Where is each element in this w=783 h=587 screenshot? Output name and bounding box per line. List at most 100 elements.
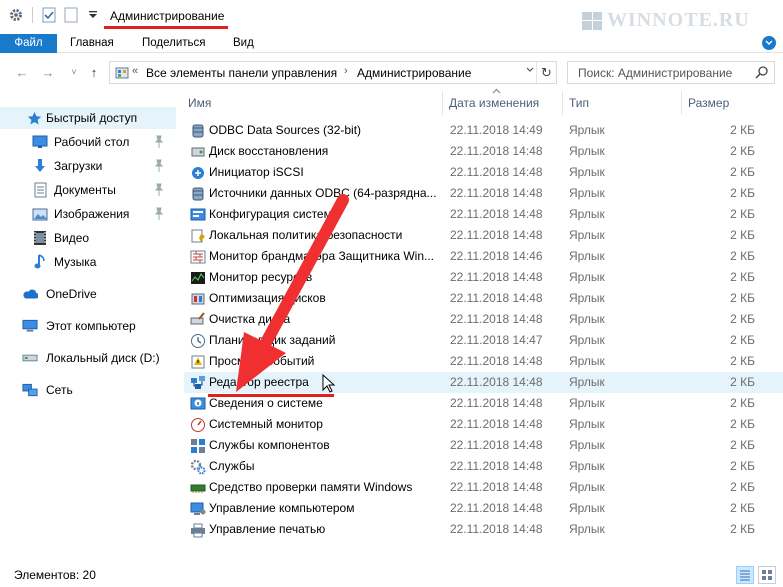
column-divider[interactable] [562, 91, 563, 115]
iscsi-icon [190, 165, 206, 181]
file-date: 22.11.2018 14:48 [450, 375, 543, 389]
odbc-icon [190, 186, 206, 202]
nav-onedrive[interactable]: OneDrive [0, 283, 176, 305]
file-date: 22.11.2018 14:48 [450, 165, 543, 179]
up-button[interactable]: ↑ [84, 62, 104, 82]
file-date: 22.11.2018 14:48 [450, 354, 543, 368]
nav-video[interactable]: Видео [0, 227, 176, 249]
table-row[interactable]: Средство проверки памяти Windows 22.11.20… [184, 477, 783, 498]
file-date: 22.11.2018 14:48 [450, 396, 543, 410]
nav-label: Быстрый доступ [46, 111, 138, 125]
file-size: 2 КБ [730, 396, 755, 410]
tab-home[interactable]: Главная [60, 34, 124, 53]
nav-network[interactable]: Сеть [0, 379, 176, 401]
file-date: 22.11.2018 14:48 [450, 312, 543, 326]
large-icons-view-icon [762, 570, 772, 580]
ribbon-expand-icon[interactable] [762, 36, 776, 50]
table-row[interactable]: Источники данных ODBC (64-разрядна... 22.… [184, 183, 783, 204]
table-row[interactable]: Локальная политика безопасности 22.11.201… [184, 225, 783, 246]
column-header-date[interactable]: Дата изменения [449, 96, 539, 110]
file-name: Локальная политика безопасности [209, 228, 403, 242]
properties-icon[interactable] [41, 7, 57, 23]
column-divider[interactable] [681, 91, 682, 115]
nav-label: Изображения [54, 207, 130, 221]
table-row[interactable]: Редактор реестра 22.11.2018 14:48 Ярлык 2 К… [184, 372, 783, 393]
pin-icon[interactable] [154, 135, 164, 148]
back-arrow-icon: ← [15, 64, 29, 80]
table-row[interactable]: Инициатор iSCSI 22.11.2018 14:48 Ярлык 2 КБ [184, 162, 783, 183]
disk-cleanup-icon [190, 312, 206, 328]
file-size: 2 КБ [730, 354, 755, 368]
nav-drive-d[interactable]: Локальный диск (D:) [0, 347, 176, 369]
recent-locations-button[interactable]: ˅ [64, 62, 84, 82]
file-type: Ярлык [569, 207, 605, 221]
tab-view[interactable]: Вид [223, 34, 264, 53]
refresh-button[interactable]: ↻ [536, 62, 556, 83]
column-header-name[interactable]: Имя [188, 96, 211, 110]
defrag-icon [190, 291, 206, 307]
pin-icon[interactable] [154, 183, 164, 196]
table-row[interactable]: Службы компонентов 22.11.2018 14:48 Ярлык 2… [184, 435, 783, 456]
table-row[interactable]: Управление печатью 22.11.2018 14:48 Ярлык 2… [184, 519, 783, 540]
pin-icon[interactable] [154, 159, 164, 172]
table-row[interactable]: Службы 22.11.2018 14:48 Ярлык 2 КБ [184, 456, 783, 477]
column-header-size[interactable]: Размер [688, 96, 729, 110]
search-box[interactable]: Поиск: Администрирование [567, 61, 775, 84]
nav-pictures[interactable]: Изображения [0, 203, 176, 225]
nav-desktop[interactable]: Рабочий стол [0, 131, 176, 153]
table-row[interactable]: Монитор ресурсов 22.11.2018 14:48 Ярлык 2 К… [184, 267, 783, 288]
column-header-type[interactable]: Тип [569, 96, 589, 110]
table-row[interactable]: ODBC Data Sources (32-bit) 22.11.2018 14:… [184, 120, 783, 141]
file-date: 22.11.2018 14:48 [450, 522, 543, 536]
nav-downloads[interactable]: Загрузки [0, 155, 176, 177]
table-row[interactable]: Очистка диска 22.11.2018 14:48 Ярлык 2 КБ [184, 309, 783, 330]
large-icons-view-button[interactable] [758, 566, 776, 584]
address-bar[interactable]: « Все элементы панели управления › Админ… [109, 61, 557, 84]
overflow-chevron-icon[interactable]: « [132, 65, 138, 77]
file-name: Управление печатью [209, 522, 326, 536]
breadcrumb-control-panel[interactable]: Все элементы панели управления [146, 66, 337, 80]
back-button[interactable]: ← [12, 62, 32, 82]
table-row[interactable]: Просмотр событий 22.11.2018 14:48 Ярлык 2 К… [184, 351, 783, 372]
tab-share[interactable]: Поделиться [132, 34, 216, 53]
file-date: 22.11.2018 14:48 [450, 480, 543, 494]
security-policy-icon [190, 228, 206, 244]
table-row[interactable]: Оптимизация дисков 22.11.2018 14:48 Ярлык 2… [184, 288, 783, 309]
tab-file[interactable]: Файл [0, 34, 57, 53]
table-row[interactable]: Системный монитор 22.11.2018 14:48 Ярлык 2 … [184, 414, 783, 435]
breadcrumb-separator-icon[interactable]: › [344, 65, 348, 77]
firewall-icon [190, 249, 206, 265]
nav-quick-access[interactable]: Быстрый доступ [0, 107, 176, 129]
nav-music[interactable]: Музыка [0, 251, 176, 273]
file-date: 22.11.2018 14:48 [450, 459, 543, 473]
window-title: Администрирование [110, 9, 225, 23]
customize-toolbar-icon[interactable] [85, 7, 101, 23]
table-row[interactable]: Конфигурация системы 22.11.2018 14:48 Ярлы… [184, 204, 783, 225]
admin-tools-icon[interactable] [8, 7, 24, 23]
file-name: Службы компонентов [209, 438, 330, 452]
file-type: Ярлык [569, 354, 605, 368]
table-row[interactable]: Планировщик заданий 22.11.2018 14:47 Ярлык… [184, 330, 783, 351]
nav-label: OneDrive [46, 287, 97, 301]
computer-icon [22, 318, 38, 334]
breadcrumb-administration[interactable]: Администрирование [357, 66, 471, 80]
star-icon [26, 110, 42, 126]
file-type: Ярлык [569, 480, 605, 494]
table-row[interactable]: Диск восстановления 22.11.2018 14:48 Ярлык… [184, 141, 783, 162]
file-size: 2 КБ [730, 123, 755, 137]
column-divider[interactable] [442, 91, 443, 115]
file-size: 2 КБ [730, 459, 755, 473]
nav-documents[interactable]: Документы [0, 179, 176, 201]
pin-icon[interactable] [154, 207, 164, 220]
details-view-button[interactable] [736, 566, 754, 584]
file-size: 2 КБ [730, 501, 755, 515]
table-row[interactable]: Управление компьютером 22.11.2018 14:48 Яр… [184, 498, 783, 519]
nav-this-pc[interactable]: Этот компьютер [0, 315, 176, 337]
new-folder-icon[interactable] [63, 7, 79, 23]
table-row[interactable]: Монитор брандмауэра Защитника Win... 22.1… [184, 246, 783, 267]
downloads-icon [32, 158, 48, 174]
file-date: 22.11.2018 14:48 [450, 417, 543, 431]
music-icon [32, 254, 48, 270]
address-dropdown-icon[interactable] [526, 65, 534, 76]
forward-button[interactable]: → [38, 62, 58, 82]
